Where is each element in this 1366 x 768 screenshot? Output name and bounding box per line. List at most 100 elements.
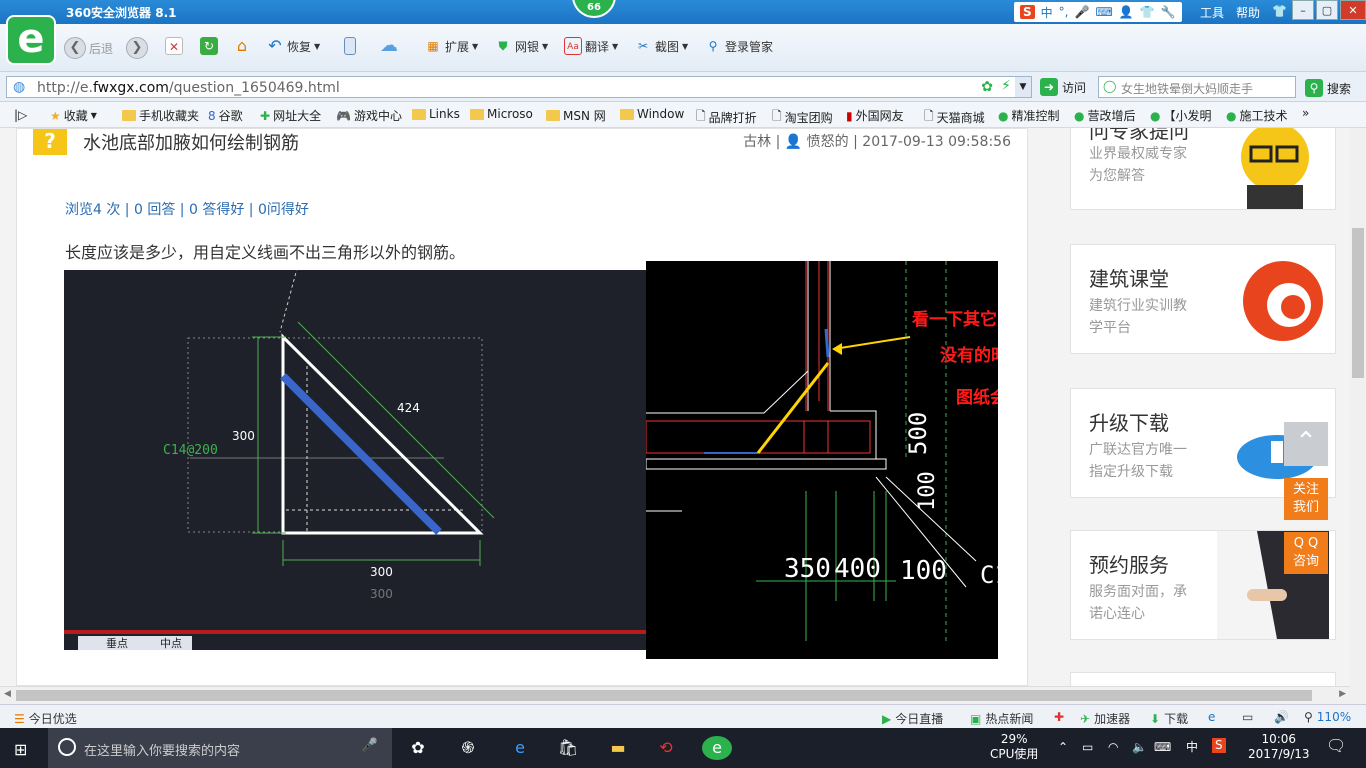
- search-input[interactable]: ◯ 女生地铁晕倒大妈顺走手: [1098, 76, 1296, 98]
- file-explorer-icon[interactable]: ▬: [606, 736, 630, 760]
- visit-button[interactable]: ➜ 访问: [1040, 78, 1086, 96]
- fav-item[interactable]: ✚ 网址大全: [260, 107, 321, 124]
- sogou-tray-icon[interactable]: S: [1212, 738, 1226, 753]
- fav-item[interactable]: ● 营改增后: [1074, 107, 1136, 124]
- battery-icon[interactable]: ▭: [1082, 740, 1093, 755]
- wifi-icon[interactable]: ◠: [1108, 740, 1118, 755]
- screenshot-button[interactable]: ✂ 截图 ▼: [634, 37, 688, 55]
- news-link[interactable]: ▣ 热点新闻: [970, 710, 1033, 727]
- qq-consult-button[interactable]: Q Q 咨询: [1284, 532, 1328, 574]
- vertical-scrollbar[interactable]: [1350, 128, 1366, 704]
- sidebar-toggle-icon[interactable]: |▷: [14, 108, 27, 122]
- snap-perpendicular[interactable]: 垂点: [106, 637, 128, 650]
- accelerator-link[interactable]: ✈ 加速器: [1080, 710, 1130, 727]
- fav-item[interactable]: 手机收藏夹: [122, 107, 199, 124]
- ime-mode-label[interactable]: 中: [1041, 4, 1053, 21]
- fav-item[interactable]: ● 精准控制: [998, 107, 1060, 124]
- extend-button[interactable]: ▦ 扩展 ▼: [424, 37, 478, 55]
- fav-item[interactable]: MSN 网: [546, 107, 606, 124]
- taskview-app-icon[interactable]: ✿: [406, 736, 430, 760]
- fav-collect[interactable]: ★ 收藏 ▼: [50, 107, 97, 124]
- forward-button[interactable]: ❯: [126, 37, 148, 59]
- follow-us-button[interactable]: 关注 我们: [1284, 478, 1328, 520]
- fav-item[interactable]: ▮ 外国网友: [846, 107, 904, 124]
- menu-tools[interactable]: 工具: [1200, 4, 1224, 21]
- chevron-up-icon[interactable]: ⌃: [1058, 740, 1068, 755]
- answerer-link[interactable]: 愤怒的: [807, 134, 849, 150]
- skin-icon[interactable]: 👕: [1272, 4, 1287, 21]
- minimize-button[interactable]: –: [1292, 0, 1314, 20]
- download-link[interactable]: ⬇ 下载: [1150, 710, 1188, 727]
- url-text[interactable]: http://e.fwxgx.com/question_1650469.html: [37, 80, 340, 96]
- shirt-icon[interactable]: 👕: [1140, 5, 1155, 19]
- lightning-icon[interactable]: ⚡: [1001, 78, 1011, 94]
- view-count[interactable]: 浏览4 次: [65, 202, 120, 218]
- zoom-control[interactable]: ⚲ 110%: [1304, 710, 1351, 724]
- clock[interactable]: 10:06 2017/9/13: [1248, 732, 1310, 762]
- today-picks[interactable]: ☰ 今日优选: [14, 710, 77, 727]
- fav-item[interactable]: 🗋 天猫商城: [924, 107, 985, 128]
- score-badge[interactable]: 66: [572, 0, 616, 18]
- answer-count[interactable]: 0 回答: [134, 202, 175, 218]
- fav-item[interactable]: ● 【小发明: [1150, 107, 1212, 124]
- store-icon[interactable]: 🛍: [556, 736, 580, 760]
- microphone-icon[interactable]: 🎤: [1075, 5, 1090, 19]
- volume-icon[interactable]: 🔊: [1274, 710, 1289, 724]
- snap-midpoint[interactable]: 中点: [160, 637, 182, 650]
- back-button[interactable]: ❮ 后退: [64, 37, 113, 59]
- back-to-top-icon[interactable]: ⌃: [1284, 422, 1328, 466]
- author-link[interactable]: 古林: [743, 134, 771, 150]
- fav-item[interactable]: ● 施工技术: [1226, 107, 1288, 124]
- fav-item[interactable]: 🗋 品牌打折: [696, 107, 757, 128]
- browser-logo[interactable]: e: [6, 15, 56, 65]
- punctuation-icon[interactable]: °,: [1059, 5, 1069, 19]
- horizontal-scrollbar[interactable]: ◀ ▶: [0, 686, 1350, 704]
- security-check-icon[interactable]: ✿: [981, 79, 993, 95]
- edge-icon[interactable]: e: [508, 736, 532, 760]
- fav-item[interactable]: 🎮 游戏中心: [336, 107, 402, 124]
- stop-button[interactable]: ✕: [165, 37, 183, 55]
- course-card[interactable]: 建筑课堂 建筑行业实训教 学平台: [1070, 244, 1336, 354]
- restore-button[interactable]: ↶ 恢复 ▼: [266, 37, 320, 55]
- ie-icon[interactable]: e: [1208, 710, 1215, 724]
- close-button[interactable]: ✕: [1340, 0, 1366, 20]
- home-button[interactable]: ⌂: [233, 37, 251, 55]
- cpu-usage[interactable]: 29% CPU使用: [990, 732, 1038, 762]
- scroll-right-icon[interactable]: ▶: [1339, 689, 1346, 699]
- scroll-left-icon[interactable]: ◀: [4, 689, 11, 699]
- windows-start-icon[interactable]: ⊞: [14, 740, 27, 759]
- maximize-button[interactable]: ▢: [1316, 0, 1338, 20]
- ime-indicator[interactable]: 中: [1186, 740, 1198, 755]
- user-icon[interactable]: 👤: [1119, 5, 1134, 19]
- volume-icon[interactable]: 🔈: [1132, 740, 1147, 755]
- bank-button[interactable]: ⛊ 网银 ▼: [494, 37, 548, 55]
- fav-item[interactable]: Links: [412, 107, 460, 121]
- fav-item[interactable]: Window: [620, 107, 684, 121]
- scroll-thumb[interactable]: [1352, 228, 1364, 378]
- menu-help[interactable]: 帮助: [1236, 4, 1260, 21]
- fav-item[interactable]: 🗋 淘宝团购: [772, 107, 833, 128]
- translate-button[interactable]: Aa 翻译 ▼: [564, 37, 618, 55]
- fav-item[interactable]: 8 谷歌: [208, 107, 243, 124]
- refresh-button[interactable]: ↻: [200, 37, 218, 55]
- mobile-button[interactable]: [344, 37, 356, 55]
- expert-card[interactable]: 问专家提问 业界最权威专家 为您解答: [1070, 128, 1336, 210]
- ime-toolbar[interactable]: S 中 °, 🎤 ⌨ 👤 👕 🔧: [1014, 2, 1182, 22]
- wrench-icon[interactable]: 🔧: [1161, 5, 1176, 19]
- cad-screenshot-2[interactable]: 看一下其它图纸是否布置长度 没有的时候暂时按照35d计算 图纸会审再明确 具体尺…: [646, 261, 998, 659]
- good-answer-count[interactable]: 0 答得好: [189, 202, 244, 218]
- app-icon[interactable]: ⟲: [654, 736, 678, 760]
- cad-screenshot-1[interactable]: C14@200 300 424 300 300 垂点 中点: [64, 270, 646, 650]
- security-status-icon[interactable]: ✚: [1054, 710, 1064, 724]
- keyboard-icon[interactable]: ⌨: [1154, 740, 1171, 755]
- scroll-thumb[interactable]: [16, 690, 1312, 701]
- notification-icon[interactable]: 🗨: [1326, 738, 1346, 754]
- live-link[interactable]: ▶ 今日直播: [882, 710, 943, 727]
- url-input[interactable]: ◍ http://e.fwxgx.com/question_1650469.ht…: [6, 76, 1032, 98]
- good-question-count[interactable]: 0问得好: [258, 202, 309, 218]
- window-icon[interactable]: ▭: [1242, 710, 1253, 724]
- more-favorites-icon[interactable]: »: [1302, 106, 1309, 120]
- spiral-app-icon[interactable]: ֍: [456, 736, 480, 760]
- keyboard-icon[interactable]: ⌨: [1095, 5, 1112, 19]
- taskbar-search[interactable]: 在这里输入你要搜索的内容 🎤: [48, 728, 392, 768]
